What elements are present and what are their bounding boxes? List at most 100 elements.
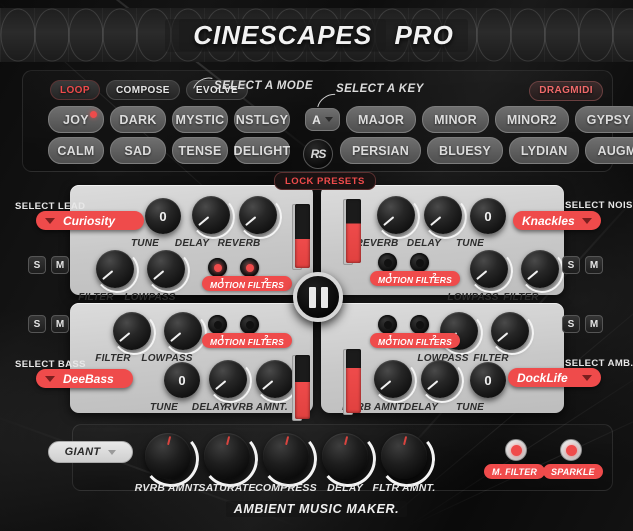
mood-button-dark[interactable]: DARK bbox=[110, 106, 166, 133]
mood-button-label: NSTLGY bbox=[235, 112, 289, 127]
motion-filter-2-toggle-amb[interactable] bbox=[410, 315, 429, 334]
mute-button-amb[interactable]: M bbox=[585, 315, 603, 333]
scale-button-bluesy[interactable]: BLUESY bbox=[426, 137, 503, 164]
knob-noise-filter[interactable] bbox=[518, 247, 566, 295]
motion-filter-led bbox=[383, 320, 392, 329]
motion-filter-1-toggle-noise[interactable] bbox=[378, 253, 397, 272]
motion-filters-label-amb: 1 2 MOTION FILTERS bbox=[370, 333, 460, 348]
motion-filter-number-1: 1 bbox=[388, 271, 393, 280]
knob-noise-tune[interactable]: 0 bbox=[470, 198, 506, 234]
knob-noise-lowpass[interactable] bbox=[467, 247, 515, 295]
volume-slider-lead[interactable] bbox=[285, 204, 310, 270]
knob-amb-delay[interactable] bbox=[418, 357, 466, 405]
preset-dropdown-lead[interactable]: Curiosity bbox=[36, 211, 144, 230]
preset-dropdown-amb[interactable]: DockLife bbox=[508, 368, 601, 387]
master-toggle-mfilter[interactable] bbox=[505, 439, 527, 461]
dragmidi-container: DRAGMIDI bbox=[529, 80, 603, 101]
master-knob-saturate[interactable] bbox=[199, 428, 261, 490]
brand-logo-icon: RS bbox=[303, 139, 333, 169]
mood-button-label: JOY bbox=[63, 112, 89, 127]
knob-amb-rvrbamnt[interactable] bbox=[371, 357, 419, 405]
master-toggle-label-sparkle: SPARKLE bbox=[543, 464, 603, 479]
knob-lead-tune[interactable]: 0 bbox=[145, 198, 181, 234]
solo-button-lead[interactable]: S bbox=[28, 256, 46, 274]
master-knob-compress[interactable] bbox=[258, 428, 320, 490]
mute-button-noise[interactable]: M bbox=[585, 256, 603, 274]
scale-button-augmn[interactable]: AUGMN. bbox=[585, 137, 633, 164]
scale-button-gypsy[interactable]: GYPSY bbox=[574, 106, 633, 133]
mode-button-loop[interactable]: LOOP bbox=[50, 80, 100, 100]
mood-button-joy[interactable]: JOY bbox=[48, 106, 104, 133]
solo-button-bass[interactable]: S bbox=[28, 315, 46, 333]
knob-lead-filter[interactable] bbox=[93, 247, 141, 295]
motion-filter-2-toggle-noise[interactable] bbox=[410, 253, 429, 272]
preset-name-noise: Knackles bbox=[522, 213, 575, 228]
knob-tick bbox=[118, 332, 131, 343]
pause-icon-bar bbox=[320, 286, 328, 308]
master-knob-fltramnt[interactable] bbox=[376, 428, 438, 490]
preset-dropdown-noise[interactable]: Knackles bbox=[513, 211, 601, 230]
mood-button-mystic[interactable]: MYSTIC bbox=[172, 106, 228, 133]
mute-button-lead[interactable]: M bbox=[51, 256, 69, 274]
mood-button-calm[interactable]: CALM bbox=[48, 137, 104, 164]
motion-filter-number-1: 1 bbox=[388, 333, 393, 342]
volume-slider-noise[interactable] bbox=[336, 199, 361, 265]
motion-filter-number-2: 2 bbox=[432, 333, 437, 342]
volume-slider-amb[interactable] bbox=[336, 349, 361, 415]
key-select-dropdown[interactable]: A bbox=[305, 108, 340, 131]
motion-filter-2-toggle-bass[interactable] bbox=[240, 315, 259, 334]
master-preset-dropdown[interactable]: GIANT bbox=[48, 441, 133, 463]
scale-button-persian[interactable]: PERSIAN bbox=[340, 137, 421, 164]
motion-filter-2-toggle-lead[interactable] bbox=[240, 258, 259, 277]
toggle-led bbox=[510, 444, 522, 456]
footer-tagline: AMBIENT MUSIC MAKER. bbox=[0, 500, 633, 518]
mood-button-delight[interactable]: DELIGHT bbox=[234, 137, 290, 164]
knob-noise-delay[interactable] bbox=[421, 193, 469, 241]
scale-button-minor2[interactable]: MINOR2 bbox=[494, 106, 569, 133]
solo-button-amb[interactable]: S bbox=[562, 315, 580, 333]
dragmidi-button[interactable]: DRAGMIDI bbox=[529, 80, 603, 101]
motion-filter-1-toggle-lead[interactable] bbox=[208, 258, 227, 277]
volume-slider-bass[interactable] bbox=[285, 355, 310, 421]
motion-filter-1-toggle-amb[interactable] bbox=[378, 315, 397, 334]
mood-button-tense[interactable]: TENSE bbox=[172, 137, 228, 164]
knob-tick bbox=[426, 380, 439, 391]
knob-bass-delay[interactable] bbox=[206, 357, 254, 405]
knob-lead-lowpass[interactable] bbox=[144, 247, 192, 295]
scale-button-minor[interactable]: MINOR bbox=[422, 106, 489, 133]
motion-filter-led bbox=[213, 320, 222, 329]
motion-filter-number-2: 2 bbox=[264, 333, 269, 342]
scale-button-major[interactable]: MAJOR bbox=[346, 106, 417, 133]
key-hint-label: SELECT A KEY bbox=[336, 83, 424, 95]
knob-amb-filter[interactable] bbox=[488, 309, 536, 357]
knob-label-lead-lowpass: LOWPASS bbox=[124, 292, 176, 303]
master-knob-label-fltramnt: FLTR AMNT. bbox=[372, 482, 436, 494]
motion-filters-label-noise: 1 2 MOTION FILTERS bbox=[370, 271, 460, 286]
lock-presets-button[interactable]: LOCK PRESETS bbox=[274, 172, 376, 190]
knob-bass-lowpass[interactable] bbox=[161, 309, 209, 357]
transport-pause-button[interactable] bbox=[293, 272, 343, 322]
mood-button-label: DELIGHT bbox=[233, 143, 291, 158]
scale-button-lydian[interactable]: LYDIAN bbox=[508, 137, 580, 164]
scale-button-group-row1: MAJOR MINOR MINOR2 GYPSY bbox=[346, 106, 633, 133]
master-knob-delay[interactable] bbox=[317, 428, 379, 490]
motion-filter-1-toggle-bass[interactable] bbox=[208, 315, 227, 334]
knob-bass-tune[interactable]: 0 bbox=[164, 362, 200, 398]
selected-indicator-dot bbox=[90, 111, 97, 118]
knob-tick bbox=[496, 332, 509, 343]
mood-button-sad[interactable]: SAD bbox=[110, 137, 166, 164]
mood-button-nstlgy[interactable]: NSTLGY bbox=[234, 106, 290, 133]
mode-button-compose[interactable]: COMPOSE bbox=[105, 80, 180, 100]
master-knob-rvrbamnt[interactable] bbox=[140, 428, 202, 490]
mute-button-bass[interactable]: M bbox=[51, 315, 69, 333]
knob-lead-reverb[interactable] bbox=[236, 193, 284, 241]
knob-lead-delay[interactable] bbox=[189, 193, 237, 241]
knob-amb-tune[interactable]: 0 bbox=[470, 362, 506, 398]
master-toggle-sparkle[interactable] bbox=[560, 439, 582, 461]
preset-name-lead: Curiosity bbox=[63, 213, 116, 228]
knob-bass-filter[interactable] bbox=[110, 309, 158, 357]
solo-button-noise[interactable]: S bbox=[562, 256, 580, 274]
mood-button-label: CALM bbox=[57, 143, 95, 158]
preset-dropdown-bass[interactable]: DeeBass bbox=[36, 369, 133, 388]
knob-noise-reverb[interactable] bbox=[374, 193, 422, 241]
